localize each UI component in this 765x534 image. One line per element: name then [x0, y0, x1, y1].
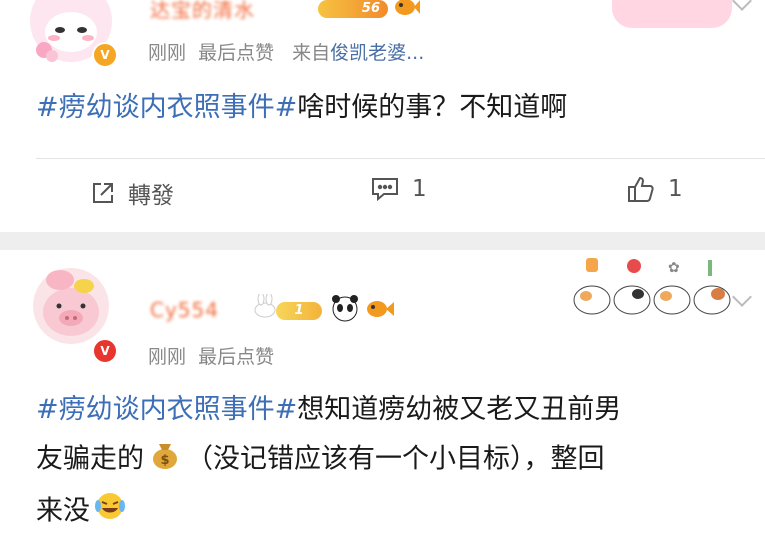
level-number: 1: [294, 303, 304, 318]
last-like-hint: 最后点赞: [198, 42, 275, 64]
comment-button[interactable]: 1: [370, 176, 427, 202]
svg-text:$: $: [160, 453, 169, 468]
source-prefix: 来自: [292, 42, 331, 64]
like-count: 1: [668, 176, 683, 202]
post-content-1: 想知道痨幼被又老又丑前男: [297, 394, 622, 425]
post-content-3: 来没: [36, 495, 90, 527]
username[interactable]: 达宝的清水: [150, 0, 255, 23]
post-line-3: 来没: [36, 490, 756, 534]
verified-badge-icon: V: [92, 338, 118, 364]
post-meta: 刚刚 最后点赞 来自俊凯老婆...: [148, 38, 424, 65]
repost-label: 轉發: [128, 183, 174, 209]
divider: [36, 158, 765, 159]
rabbit-sticker-icon: [252, 292, 278, 322]
timestamp: 刚刚: [148, 42, 187, 64]
member-level-badge-icon: 1: [276, 302, 322, 320]
goldfish-icon: [364, 296, 394, 326]
user-avatar[interactable]: V: [30, 0, 118, 68]
thumbs-up-icon: [628, 176, 654, 202]
laughing-crying-emoji-icon: [94, 490, 126, 534]
post-content-2a: 友骗走的: [36, 443, 144, 475]
weibo-post-1: V 达宝的清水 56 刚刚 最后点赞 来自俊凯老婆... #痨幼谈内衣照事件#啥…: [0, 0, 765, 232]
repost-button[interactable]: 轉發: [90, 176, 174, 210]
hashtag-link[interactable]: #痨幼谈内衣照事件#: [36, 92, 297, 123]
panda-icon: [330, 294, 360, 326]
weibo-post-2: V Cy554 1 ✿ 刚刚 最后点赞 #痨幼谈内衣照事件#想知道痨幼被又老又丑…: [0, 250, 765, 533]
section-divider: [0, 232, 765, 250]
post-text: #痨幼谈内衣照事件#啥时候的事？不知道啊: [36, 88, 567, 128]
post-text: #痨幼谈内衣照事件#想知道痨幼被又老又丑前男 友骗走的 $ （没记错应该有一个小目标…: [36, 390, 756, 534]
post-line-2: 友骗走的 $ （没记错应该有一个小目标），整回: [36, 438, 756, 482]
hashtag-link[interactable]: #痨幼谈内衣照事件#: [36, 394, 297, 425]
decoration-card-icon: [612, 0, 732, 28]
post-content-2b: （没记错应该有一个小目标），整回: [186, 443, 605, 475]
comment-icon: [372, 178, 398, 202]
post-line-1: #痨幼谈内衣照事件#想知道痨幼被又老又丑前男: [36, 390, 756, 430]
member-level-badge-icon: 56: [318, 0, 388, 18]
user-avatar[interactable]: V: [30, 262, 118, 364]
money-bag-icon: $: [150, 438, 180, 482]
timestamp: 刚刚: [148, 346, 187, 368]
svg-text:✿: ✿: [668, 260, 680, 276]
like-button[interactable]: 1: [626, 174, 683, 204]
goldfish-icon: [392, 0, 420, 24]
verified-badge-icon: V: [92, 42, 118, 68]
share-icon: [93, 183, 113, 203]
post-content: 啥时候的事？不知道啊: [297, 92, 568, 123]
chevron-down-icon[interactable]: [732, 0, 752, 11]
level-number: 56: [361, 1, 380, 16]
cats-decoration-icon: ✿: [572, 254, 742, 320]
username[interactable]: Cy554: [150, 298, 219, 322]
post-meta: 刚刚 最后点赞: [148, 342, 274, 369]
source-link[interactable]: 俊凯老婆...: [330, 42, 424, 64]
last-like-hint: 最后点赞: [198, 346, 275, 368]
comment-count: 1: [412, 176, 427, 202]
